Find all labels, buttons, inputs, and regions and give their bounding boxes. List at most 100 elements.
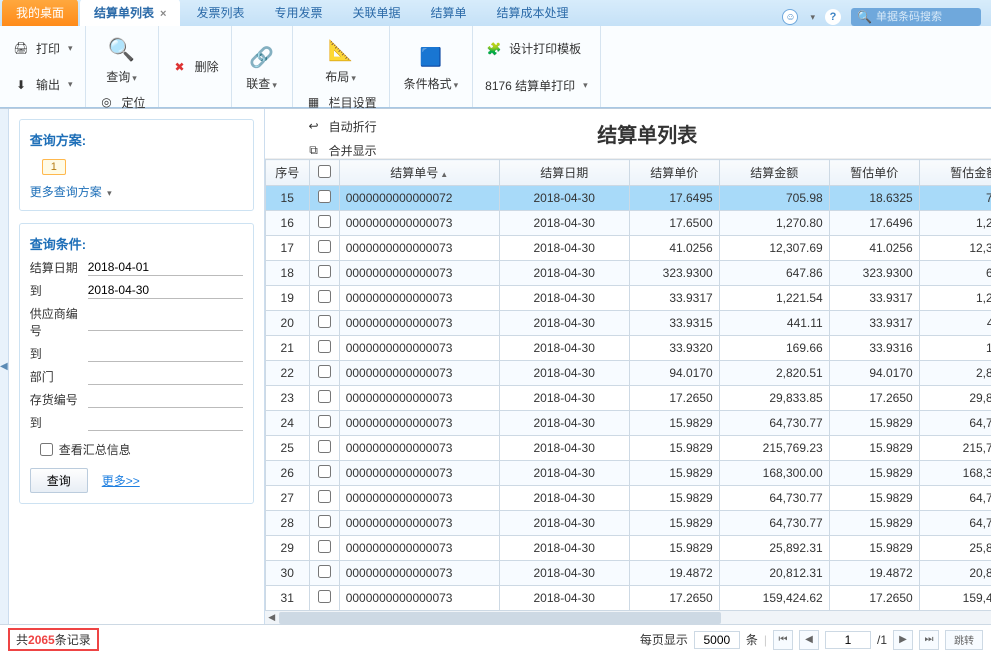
supplier-code-from-input[interactable] — [88, 314, 243, 331]
barcode-search-input[interactable] — [876, 11, 975, 23]
collapse-sidebar-handle[interactable]: ◀ — [0, 109, 9, 624]
table-row[interactable]: 1800000000000000732018-04-30323.9300647.… — [265, 261, 991, 286]
select-all-checkbox[interactable] — [318, 165, 331, 178]
table-row[interactable]: 2900000000000000732018-04-3015.982925,89… — [265, 536, 991, 561]
row-checkbox[interactable] — [318, 215, 331, 228]
cell-checkbox[interactable] — [309, 261, 339, 286]
table-row[interactable]: 1700000000000000732018-04-3041.025612,30… — [265, 236, 991, 261]
table-row[interactable]: 1600000000000000732018-04-3017.65001,270… — [265, 211, 991, 236]
row-checkbox[interactable] — [318, 490, 331, 503]
col-header-doc-no[interactable]: 结算单号▲ — [339, 160, 499, 186]
row-checkbox[interactable] — [318, 390, 331, 403]
tab-关联单据[interactable]: 关联单据 — [339, 0, 415, 26]
more-query-plans-link[interactable]: 更多查询方案 ▾ — [30, 183, 243, 200]
help-icon[interactable]: ? — [825, 9, 841, 25]
col-header-checkbox[interactable] — [309, 160, 339, 186]
cell-checkbox[interactable] — [309, 336, 339, 361]
scroll-left-arrow[interactable]: ◀ — [265, 611, 279, 624]
department-input[interactable] — [88, 368, 243, 385]
table-row[interactable]: 2000000000000000732018-04-3033.9315441.1… — [265, 311, 991, 336]
next-page-button[interactable]: ▶ — [893, 630, 913, 650]
row-checkbox[interactable] — [318, 415, 331, 428]
cell-checkbox[interactable] — [309, 586, 339, 611]
cell-checkbox[interactable] — [309, 236, 339, 261]
perpage-input[interactable] — [694, 631, 740, 649]
table-row[interactable]: 2200000000000000732018-04-3094.01702,820… — [265, 361, 991, 386]
table-row[interactable]: 2500000000000000732018-04-3015.9829215,7… — [265, 436, 991, 461]
user-icon[interactable]: ☺ — [782, 9, 798, 25]
last-page-button[interactable]: ⏭ — [919, 630, 939, 650]
settle-date-to-input[interactable] — [88, 282, 243, 299]
col-header-est-price[interactable]: 暂估单价 — [829, 160, 919, 186]
cell-checkbox[interactable] — [309, 436, 339, 461]
layout-button[interactable]: 📐布局▾ — [319, 30, 363, 89]
row-checkbox[interactable] — [318, 290, 331, 303]
conditional-format-button[interactable]: 🟦条件格式▾ — [398, 37, 465, 96]
link-query-button[interactable]: 🔗联查▾ — [240, 37, 284, 96]
row-checkbox[interactable] — [318, 540, 331, 553]
inventory-code-to-input[interactable] — [88, 414, 243, 431]
table-row[interactable]: 2800000000000000732018-04-3015.982964,73… — [265, 511, 991, 536]
cell-checkbox[interactable] — [309, 211, 339, 236]
cell-checkbox[interactable] — [309, 561, 339, 586]
row-checkbox[interactable] — [318, 265, 331, 278]
tab-发票列表[interactable]: 发票列表 — [182, 0, 258, 26]
row-checkbox[interactable] — [318, 340, 331, 353]
row-checkbox[interactable] — [318, 315, 331, 328]
goto-page-button[interactable]: 跳转 — [945, 630, 983, 650]
row-checkbox[interactable] — [318, 465, 331, 478]
row-checkbox[interactable] — [318, 515, 331, 528]
col-header-seq[interactable]: 序号 — [265, 160, 309, 186]
query-plan-badge[interactable]: 1 — [42, 159, 66, 175]
table-row[interactable]: 2600000000000000732018-04-3015.9829168,3… — [265, 461, 991, 486]
tab-专用发票[interactable]: 专用发票 — [260, 0, 336, 26]
design-print-template-button[interactable]: 🧩设计打印模板 — [481, 38, 592, 60]
cell-checkbox[interactable] — [309, 461, 339, 486]
tab-结算成本处理[interactable]: 结算成本处理 — [483, 0, 583, 26]
export-button[interactable]: ⬇输出▾ — [8, 74, 77, 96]
table-row[interactable]: 2400000000000000732018-04-3015.982964,73… — [265, 411, 991, 436]
view-summary-checkbox[interactable] — [40, 443, 53, 456]
cell-checkbox[interactable] — [309, 361, 339, 386]
more-conditions-link[interactable]: 更多>> — [102, 472, 140, 489]
tab-home[interactable]: 我的桌面 — [2, 0, 78, 26]
print-button[interactable]: 🖨打印▾ — [8, 37, 77, 59]
scroll-thumb[interactable] — [279, 612, 721, 624]
cell-checkbox[interactable] — [309, 511, 339, 536]
cell-checkbox[interactable] — [309, 186, 339, 211]
query-button[interactable]: 🔍查询▾ — [100, 30, 144, 89]
close-icon[interactable]: × — [160, 8, 166, 20]
current-page-input[interactable] — [825, 631, 871, 649]
cell-checkbox[interactable] — [309, 486, 339, 511]
prev-page-button[interactable]: ◀ — [799, 630, 819, 650]
col-header-est-amount[interactable]: 暂估金额 — [919, 160, 991, 186]
row-checkbox[interactable] — [318, 590, 331, 603]
delete-button[interactable]: ✖删除 — [167, 56, 223, 78]
table-row[interactable]: 3100000000000000732018-04-3017.2650159,4… — [265, 586, 991, 611]
row-checkbox[interactable] — [318, 190, 331, 203]
col-header-amount[interactable]: 结算金额 — [719, 160, 829, 186]
cell-checkbox[interactable] — [309, 411, 339, 436]
barcode-search[interactable]: 🔍 — [851, 8, 981, 26]
table-row[interactable]: 3000000000000000732018-04-3019.487220,81… — [265, 561, 991, 586]
table-row[interactable]: 2300000000000000732018-04-3017.265029,83… — [265, 386, 991, 411]
table-row[interactable]: 2700000000000000732018-04-3015.982964,73… — [265, 486, 991, 511]
row-checkbox[interactable] — [318, 365, 331, 378]
row-checkbox[interactable] — [318, 440, 331, 453]
col-header-unit-price[interactable]: 结算单价 — [629, 160, 719, 186]
row-checkbox[interactable] — [318, 565, 331, 578]
table-row[interactable]: 1900000000000000732018-04-3033.93171,221… — [265, 286, 991, 311]
cell-checkbox[interactable] — [309, 311, 339, 336]
table-row[interactable]: 2100000000000000732018-04-3033.9320169.6… — [265, 336, 991, 361]
first-page-button[interactable]: ⏮ — [773, 630, 793, 650]
cell-checkbox[interactable] — [309, 286, 339, 311]
run-query-button[interactable]: 查询 — [30, 468, 88, 493]
tab-结算单[interactable]: 结算单 — [417, 0, 481, 26]
horizontal-scrollbar[interactable]: ◀ ▶ — [265, 610, 991, 624]
row-checkbox[interactable] — [318, 240, 331, 253]
cell-checkbox[interactable] — [309, 536, 339, 561]
tab-结算单列表[interactable]: 结算单列表× — [80, 0, 180, 26]
inventory-code-from-input[interactable] — [88, 391, 243, 408]
batch-print-button[interactable]: 8176 结算单打印▾ — [481, 75, 592, 96]
col-header-date[interactable]: 结算日期 — [499, 160, 629, 186]
